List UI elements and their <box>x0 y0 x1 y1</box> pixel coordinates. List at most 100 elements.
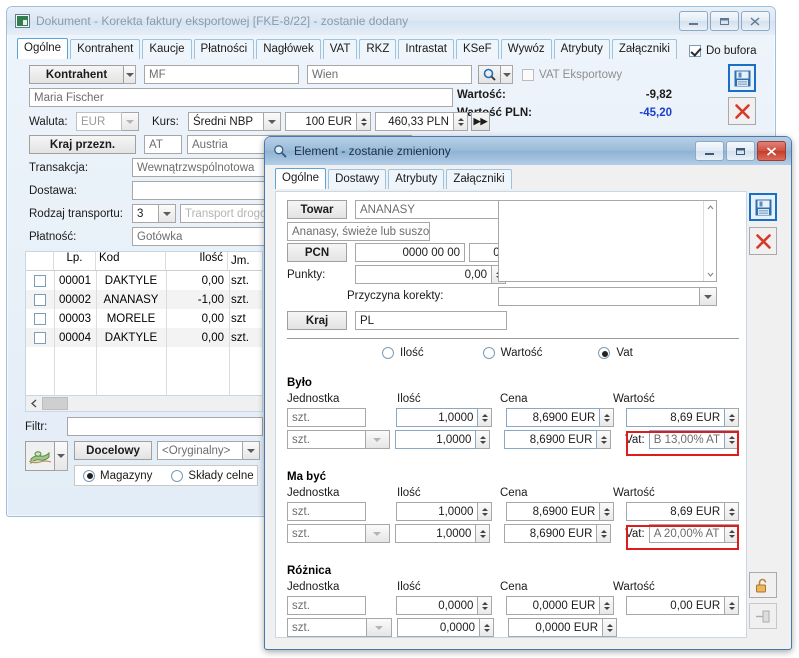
roznica-value-input[interactable]: 0,00 EUR <box>626 596 726 615</box>
roznica-unit-dropdown-arrow[interactable] <box>367 618 392 637</box>
tab-atrybuty[interactable]: Atrybuty <box>553 39 610 59</box>
bylo-qty-spinner[interactable] <box>478 408 493 427</box>
kraj-przezn-button[interactable]: Kraj przezn. <box>29 135 136 154</box>
kontrahent-dropdown-arrow[interactable] <box>124 65 136 84</box>
bylo-unit-input-1[interactable]: szt. <box>287 408 367 427</box>
element-cancel-button[interactable] <box>749 227 777 255</box>
towar-code-input[interactable]: ANANASY <box>355 200 507 219</box>
kontrahent-button[interactable]: Kontrahent <box>29 65 124 84</box>
grid-horizontal-scrollbar[interactable] <box>25 396 263 412</box>
row-checkbox[interactable] <box>34 293 46 306</box>
roznica-qty2-spinner[interactable] <box>480 618 494 637</box>
sklady-celne-radio[interactable] <box>171 469 184 482</box>
ma-byc-value-input[interactable]: 8,69 EUR <box>626 502 726 521</box>
przyczyna-korekty-dropdown-arrow[interactable] <box>700 287 717 306</box>
tab-rkz[interactable]: RKZ <box>359 39 397 59</box>
tab-wywoz[interactable]: Wywóz <box>500 39 552 59</box>
bylo-qty2-input[interactable]: 1,0000 <box>395 430 477 449</box>
table-row[interactable]: 00002 ANANASY -1,00 szt. <box>26 290 262 309</box>
maximize-button[interactable] <box>726 141 755 161</box>
kurs-amount-input[interactable]: 100 EUR <box>285 112 357 131</box>
docelowy-dropdown-arrow[interactable] <box>243 441 260 460</box>
kraj-input[interactable]: PL <box>355 311 507 330</box>
kraj-code-input[interactable]: AT <box>144 135 182 154</box>
kurs-amount-spinner[interactable] <box>357 112 371 131</box>
bylo-value-spinner[interactable] <box>725 408 740 427</box>
roznica-value-spinner[interactable] <box>725 596 740 615</box>
price-list-dropdown-arrow[interactable] <box>55 441 68 471</box>
kontrahent-name-input[interactable]: Maria Fischer <box>29 88 453 107</box>
kraj-button[interactable]: Kraj <box>287 311 347 330</box>
filtr-input[interactable] <box>67 417 263 436</box>
wartosc-radio[interactable] <box>482 347 495 359</box>
ma-byc-qty2-input[interactable]: 1,0000 <box>395 524 477 543</box>
kurs-type-input[interactable]: Średni NBP <box>188 112 264 131</box>
ma-byc-unit-dropdown-arrow[interactable] <box>365 524 390 543</box>
vat-eksportowy-checkbox[interactable] <box>522 68 534 81</box>
vat-radio[interactable] <box>598 347 611 359</box>
pcn-code-input[interactable]: 0000 00 00 <box>355 243 465 262</box>
notes-textarea[interactable] <box>498 200 717 282</box>
ma-byc-unit-input-2[interactable]: szt. <box>287 524 366 543</box>
pin-button[interactable] <box>749 603 777 629</box>
element-save-button[interactable] <box>749 193 777 221</box>
bylo-price-spinner[interactable] <box>600 408 615 427</box>
docelowy-button[interactable]: Docelowy <box>74 441 152 460</box>
waluta-dropdown-arrow[interactable] <box>122 112 139 131</box>
bylo-price2-input[interactable]: 8,6900 EUR <box>504 430 598 449</box>
tab-platnosci[interactable]: Płatności <box>193 39 255 59</box>
row-checkbox[interactable] <box>34 312 46 325</box>
tab-ogolne[interactable]: Ogólne <box>275 168 327 189</box>
kurs-rate-spinner[interactable] <box>454 112 468 131</box>
tab-kaucje[interactable]: Kaucje <box>142 39 192 59</box>
roznica-qty-spinner[interactable] <box>478 596 493 615</box>
bylo-price-input[interactable]: 8,6900 EUR <box>506 408 601 427</box>
punkty-input[interactable]: 0,00 <box>355 265 492 284</box>
kurs-rate-input[interactable]: 460,33 PLN <box>375 112 454 131</box>
tab-intrastat[interactable]: Intrastat <box>398 39 454 59</box>
minimize-button[interactable] <box>695 141 724 161</box>
waluta-input[interactable]: EUR <box>76 112 122 131</box>
kontrahent-code-input[interactable]: MF <box>144 65 299 84</box>
bylo-unit-input-2[interactable]: szt. <box>287 430 366 449</box>
tab-atrybuty[interactable]: Atrybuty <box>388 169 445 189</box>
pcn-button[interactable]: PCN <box>287 243 347 262</box>
save-button[interactable] <box>728 64 756 92</box>
tab-zalaczniki[interactable]: Załączniki <box>446 169 512 189</box>
scroll-up-arrow[interactable] <box>704 201 717 214</box>
scroll-down-arrow[interactable] <box>704 268 717 281</box>
ma-byc-price-input[interactable]: 8,6900 EUR <box>506 502 601 521</box>
scroll-thumb[interactable] <box>42 397 68 410</box>
close-button[interactable] <box>757 141 786 161</box>
bylo-qty-input[interactable]: 1,0000 <box>396 408 479 427</box>
do-bufora-checkbox[interactable] <box>689 45 701 57</box>
row-checkbox[interactable] <box>34 274 46 287</box>
docelowy-value-input[interactable]: <Oryginalny> <box>157 441 243 460</box>
row-checkbox[interactable] <box>34 331 46 344</box>
ma-byc-qty-input[interactable]: 1,0000 <box>396 502 479 521</box>
roznica-price2-spinner[interactable] <box>603 618 617 637</box>
ma-byc-unit-input-1[interactable]: szt. <box>287 502 367 521</box>
table-row[interactable]: 00001 DAKTYLE 0,00 szt. <box>26 271 262 290</box>
roznica-unit-input-1[interactable]: szt. <box>287 596 367 615</box>
bylo-qty2-spinner[interactable] <box>476 430 491 449</box>
roznica-qty-input[interactable]: 0,0000 <box>396 596 479 615</box>
towar-description-input[interactable]: Ananasy, świeże lub suszone <box>287 222 430 241</box>
scroll-left-arrow[interactable] <box>26 397 42 410</box>
towar-button[interactable]: Towar <box>287 200 347 219</box>
przyczyna-korekty-input[interactable] <box>498 287 700 306</box>
maximize-button[interactable] <box>710 11 739 31</box>
price-list-button[interactable] <box>25 441 55 471</box>
kontrahent-search-dropdown-arrow[interactable] <box>501 65 513 84</box>
kurs-type-dropdown-arrow[interactable] <box>264 112 281 131</box>
ma-byc-value-spinner[interactable] <box>725 502 740 521</box>
cancel-button[interactable] <box>728 97 756 125</box>
ma-byc-price-spinner[interactable] <box>600 502 615 521</box>
kontrahent-search-button[interactable] <box>478 65 501 84</box>
ma-byc-qty-spinner[interactable] <box>478 502 493 521</box>
tab-naglowek[interactable]: Nagłówek <box>256 39 321 59</box>
tab-vat[interactable]: VAT <box>322 39 358 59</box>
transport-code-input[interactable]: 3 <box>132 204 159 223</box>
roznica-price-input[interactable]: 0,0000 EUR <box>506 596 601 615</box>
tab-ksef[interactable]: KSeF <box>455 39 499 59</box>
